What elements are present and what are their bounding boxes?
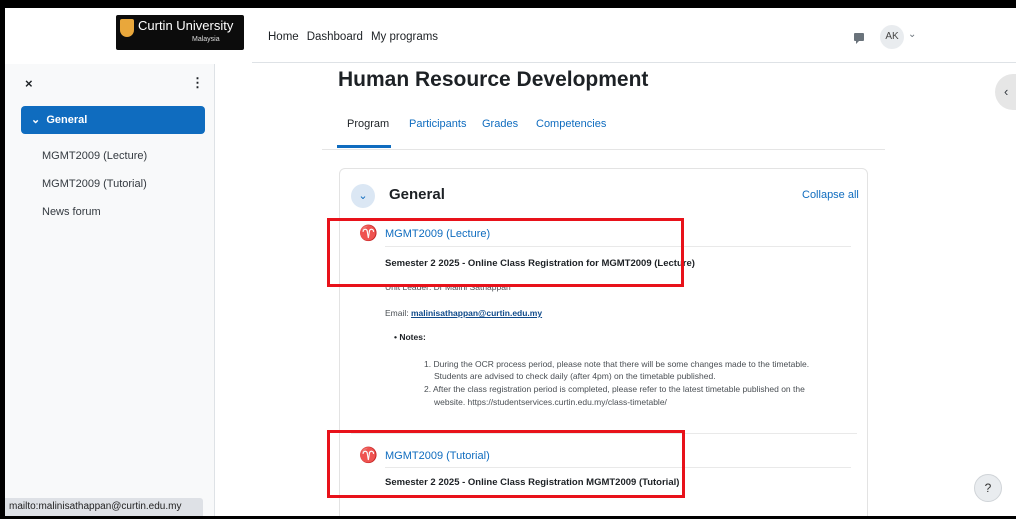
tab-participants[interactable]: Participants [409,118,466,130]
note-1-line-1: 1. During the OCR process period, please… [424,359,810,369]
page-title: Human Resource Development [338,68,649,91]
right-drawer-toggle[interactable]: ‹ [995,74,1016,110]
notes-heading: • Notes: [394,332,426,342]
tab-competencies[interactable]: Competencies [536,118,606,130]
logo-area: Curtin University Malaysia [5,8,252,63]
note-1-line-2: Students are advised to check daily (aft… [434,371,716,381]
help-button[interactable]: ? [974,474,1002,502]
section-collapse-toggle[interactable]: ⌄ [351,184,375,208]
chevron-down-icon: ⌄ [31,114,41,126]
course-index-drawer: × ⋮ ⌄ General MGMT2009 (Lecture) MGMT200… [5,64,215,516]
drawer-item-lecture[interactable]: MGMT2009 (Lecture) [42,150,147,162]
highlight-box-tutorial [327,430,685,498]
drawer-item-label: General [46,114,88,126]
user-avatar[interactable]: AK [880,25,904,49]
more-options-icon[interactable]: ⋮ [191,75,204,91]
drawer-item-news-forum[interactable]: News forum [42,206,101,218]
nav-home[interactable]: Home [268,31,299,43]
note-2-line-2: website. https://studentservices.curtin.… [434,397,667,407]
tabs-divider [322,149,885,150]
chevron-down-icon[interactable]: ⌄ [908,29,916,40]
tab-program[interactable]: Program [347,118,389,130]
collapse-all-link[interactable]: Collapse all [802,189,859,201]
note-2-line-1: 2. After the class registration period i… [424,384,805,394]
email-link[interactable]: malinisathappan@curtin.edu.my [411,308,542,318]
shield-icon [120,19,134,37]
curtin-logo[interactable]: Curtin University Malaysia [116,15,244,50]
top-navbar: Curtin University Malaysia Home Dashboar… [5,8,1016,63]
browser-viewport: Curtin University Malaysia Home Dashboar… [5,8,1016,516]
close-icon[interactable]: × [25,76,33,91]
section-title: General [389,186,445,203]
drawer-item-tutorial[interactable]: MGMT2009 (Tutorial) [42,178,147,190]
logo-subtitle: Malaysia [192,36,220,43]
logo-title: Curtin University [138,18,234,33]
message-icon[interactable] [854,33,864,44]
email-label: Email: [385,308,411,318]
email-line: Email: malinisathappan@curtin.edu.my [385,308,542,318]
browser-status-bar: mailto:malinisathappan@curtin.edu.my [5,498,203,516]
nav-dashboard[interactable]: Dashboard [307,31,363,43]
primary-navigation: Home Dashboard My programs [268,31,438,43]
highlight-box-lecture [327,218,684,287]
tab-grades[interactable]: Grades [482,118,518,130]
active-tab-indicator [337,145,391,148]
nav-my-programs[interactable]: My programs [371,31,438,43]
drawer-item-general[interactable]: ⌄ General [21,106,205,134]
